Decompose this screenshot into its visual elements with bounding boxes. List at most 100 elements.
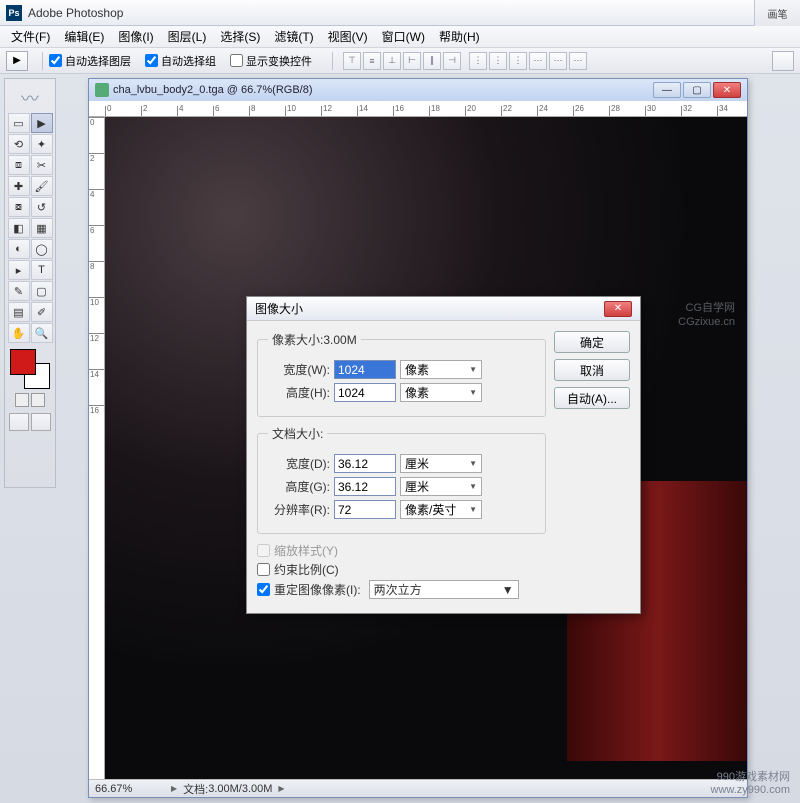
chevron-down-icon: ▼ — [469, 482, 477, 491]
pixel-width-unit-dropdown[interactable]: 像素▼ — [400, 360, 482, 379]
gradient-tool-icon[interactable]: ▦ — [31, 218, 53, 238]
constrain-label: 约束比例(C) — [274, 561, 339, 578]
ruler-vertical[interactable]: 0246810121416 — [89, 117, 105, 779]
status-arrow-icon[interactable]: ▶ — [278, 784, 284, 793]
distribute-hcenter-icon[interactable]: ⋯ — [549, 52, 567, 70]
resample-method-dropdown[interactable]: 两次立方▼ — [369, 580, 519, 599]
zoom-tool-icon[interactable]: 🔍 — [31, 323, 53, 343]
crop-tool-icon[interactable]: ⧈ — [8, 155, 30, 175]
ok-button[interactable]: 确定 — [554, 331, 630, 353]
pen-tool-icon[interactable]: ✎ — [8, 281, 30, 301]
app-icon: Ps — [6, 5, 22, 21]
align-hcenter-icon[interactable]: ∥ — [423, 52, 441, 70]
align-right-icon[interactable]: ⊣ — [443, 52, 461, 70]
blur-tool-icon[interactable]: ◐ — [8, 239, 30, 259]
resolution-unit-dropdown[interactable]: 像素/英寸▼ — [400, 500, 482, 519]
cancel-button[interactable]: 取消 — [554, 359, 630, 381]
foreground-color-swatch[interactable] — [10, 349, 36, 375]
eraser-tool-icon[interactable]: ◧ — [8, 218, 30, 238]
shape-tool-icon[interactable]: ▢ — [31, 281, 53, 301]
doc-height-unit-dropdown[interactable]: 厘米▼ — [400, 477, 482, 496]
minimize-icon[interactable]: — — [653, 82, 681, 98]
dialog-close-icon[interactable]: ✕ — [604, 301, 632, 317]
align-top-icon[interactable]: ⊤ — [343, 52, 361, 70]
document-size-legend: 文档大小: — [268, 425, 327, 442]
document-titlebar[interactable]: cha_lvbu_body2_0.tga @ 66.7%(RGB/8) — ▢ … — [89, 79, 747, 101]
menu-view[interactable]: 视图(V) — [321, 26, 375, 47]
auto-select-group-label: 自动选择组 — [161, 53, 216, 69]
brush-tool-icon[interactable]: 🖌 — [31, 176, 53, 196]
menu-image[interactable]: 图像(I) — [111, 26, 160, 47]
pixel-height-input[interactable] — [334, 383, 396, 402]
menu-file[interactable]: 文件(F) — [4, 26, 57, 47]
current-tool-indicator[interactable]: ▶ — [6, 51, 28, 71]
swap-colors-icon[interactable] — [31, 393, 45, 407]
notes-tool-icon[interactable]: ▤ — [8, 302, 30, 322]
standard-mode-icon[interactable] — [9, 413, 29, 431]
brush-label: 画笔 — [768, 6, 788, 21]
path-selection-tool-icon[interactable]: ▸ — [8, 260, 30, 280]
pixel-width-input[interactable] — [334, 360, 396, 379]
auto-select-group-checkbox[interactable]: 自动选择组 — [145, 53, 216, 69]
ruler-horizontal[interactable]: 0246810121416182022242628303234 — [89, 101, 747, 117]
menu-window[interactable]: 窗口(W) — [375, 26, 432, 47]
main-area: 〰 ▭ ▶ ⟲ ✦ ⧈ ✂ ✚ 🖌 ⧇ ↺ ◧ ▦ ◐ ◯ ▸ T ✎ ▢ ▤ … — [0, 74, 800, 803]
brush-panel-tab[interactable]: 画笔 — [754, 0, 800, 26]
color-swatches[interactable] — [10, 349, 50, 389]
auto-select-layer-checkbox[interactable]: 自动选择图层 — [49, 53, 131, 69]
doc-width-input[interactable] — [334, 454, 396, 473]
ruler-tick: 20 — [465, 106, 501, 116]
unit-label: 像素 — [405, 361, 429, 378]
move-tool-icon[interactable]: ▶ — [31, 113, 53, 133]
zoom-level[interactable]: 66.67% — [95, 783, 165, 795]
status-arrow-icon[interactable]: ▶ — [171, 784, 177, 793]
dodge-tool-icon[interactable]: ◯ — [31, 239, 53, 259]
distribute-left-icon[interactable]: ⋯ — [529, 52, 547, 70]
close-icon[interactable]: ✕ — [713, 82, 741, 98]
align-vcenter-icon[interactable]: ≡ — [363, 52, 381, 70]
ruler-tick: 8 — [89, 261, 104, 297]
doc-height-input[interactable] — [334, 477, 396, 496]
distribute-top-icon[interactable]: ⋮ — [469, 52, 487, 70]
distribute-right-icon[interactable]: ⋯ — [569, 52, 587, 70]
menu-edit[interactable]: 编辑(E) — [57, 26, 111, 47]
constrain-proportions-checkbox[interactable]: 约束比例(C) — [257, 561, 546, 578]
show-transform-checkbox[interactable]: 显示变换控件 — [230, 53, 312, 69]
history-brush-tool-icon[interactable]: ↺ — [31, 197, 53, 217]
document-size-group: 文档大小: 宽度(D): 厘米▼ 高度(G): 厘米▼ 分辨率(R): — [257, 425, 546, 534]
menu-layer[interactable]: 图层(L) — [161, 26, 214, 47]
distribute-vcenter-icon[interactable]: ⋮ — [489, 52, 507, 70]
quick-mask-icon[interactable] — [31, 413, 51, 431]
dialog-titlebar[interactable]: 图像大小 ✕ — [247, 297, 640, 321]
slice-tool-icon[interactable]: ✂ — [31, 155, 53, 175]
pixel-height-unit-dropdown[interactable]: 像素▼ — [400, 383, 482, 402]
healing-brush-tool-icon[interactable]: ✚ — [8, 176, 30, 196]
show-transform-label: 显示变换控件 — [246, 53, 312, 69]
ruler-tick: 6 — [213, 106, 249, 116]
eyedropper-tool-icon[interactable]: ✐ — [31, 302, 53, 322]
workspace-button[interactable] — [772, 51, 794, 71]
menu-select[interactable]: 选择(S) — [213, 26, 267, 47]
magic-wand-tool-icon[interactable]: ✦ — [31, 134, 53, 154]
menu-help[interactable]: 帮助(H) — [432, 26, 487, 47]
menu-filter[interactable]: 滤镜(T) — [267, 26, 320, 47]
hand-tool-icon[interactable]: ✋ — [8, 323, 30, 343]
unit-label: 厘米 — [405, 455, 429, 472]
doc-width-unit-dropdown[interactable]: 厘米▼ — [400, 454, 482, 473]
feather-icon: 〰 — [8, 83, 52, 113]
clone-stamp-tool-icon[interactable]: ⧇ — [8, 197, 30, 217]
default-colors-icon[interactable] — [15, 393, 29, 407]
auto-button[interactable]: 自动(A)... — [554, 387, 630, 409]
align-left-icon[interactable]: ⊢ — [403, 52, 421, 70]
resolution-input[interactable] — [334, 500, 396, 519]
resample-checkbox[interactable]: 重定图像像素(I): 两次立方▼ — [257, 580, 546, 599]
maximize-icon[interactable]: ▢ — [683, 82, 711, 98]
align-bottom-icon[interactable]: ⊥ — [383, 52, 401, 70]
options-bar: ▶ 自动选择图层 自动选择组 显示变换控件 ⊤ ≡ ⊥ ⊢ ∥ ⊣ ⋮ ⋮ ⋮ … — [0, 48, 800, 74]
type-tool-icon[interactable]: T — [31, 260, 53, 280]
document-title: cha_lvbu_body2_0.tga @ 66.7%(RGB/8) — [113, 84, 313, 96]
unit-label: 像素/英寸 — [405, 501, 456, 518]
marquee-tool-icon[interactable]: ▭ — [8, 113, 30, 133]
lasso-tool-icon[interactable]: ⟲ — [8, 134, 30, 154]
distribute-bottom-icon[interactable]: ⋮ — [509, 52, 527, 70]
